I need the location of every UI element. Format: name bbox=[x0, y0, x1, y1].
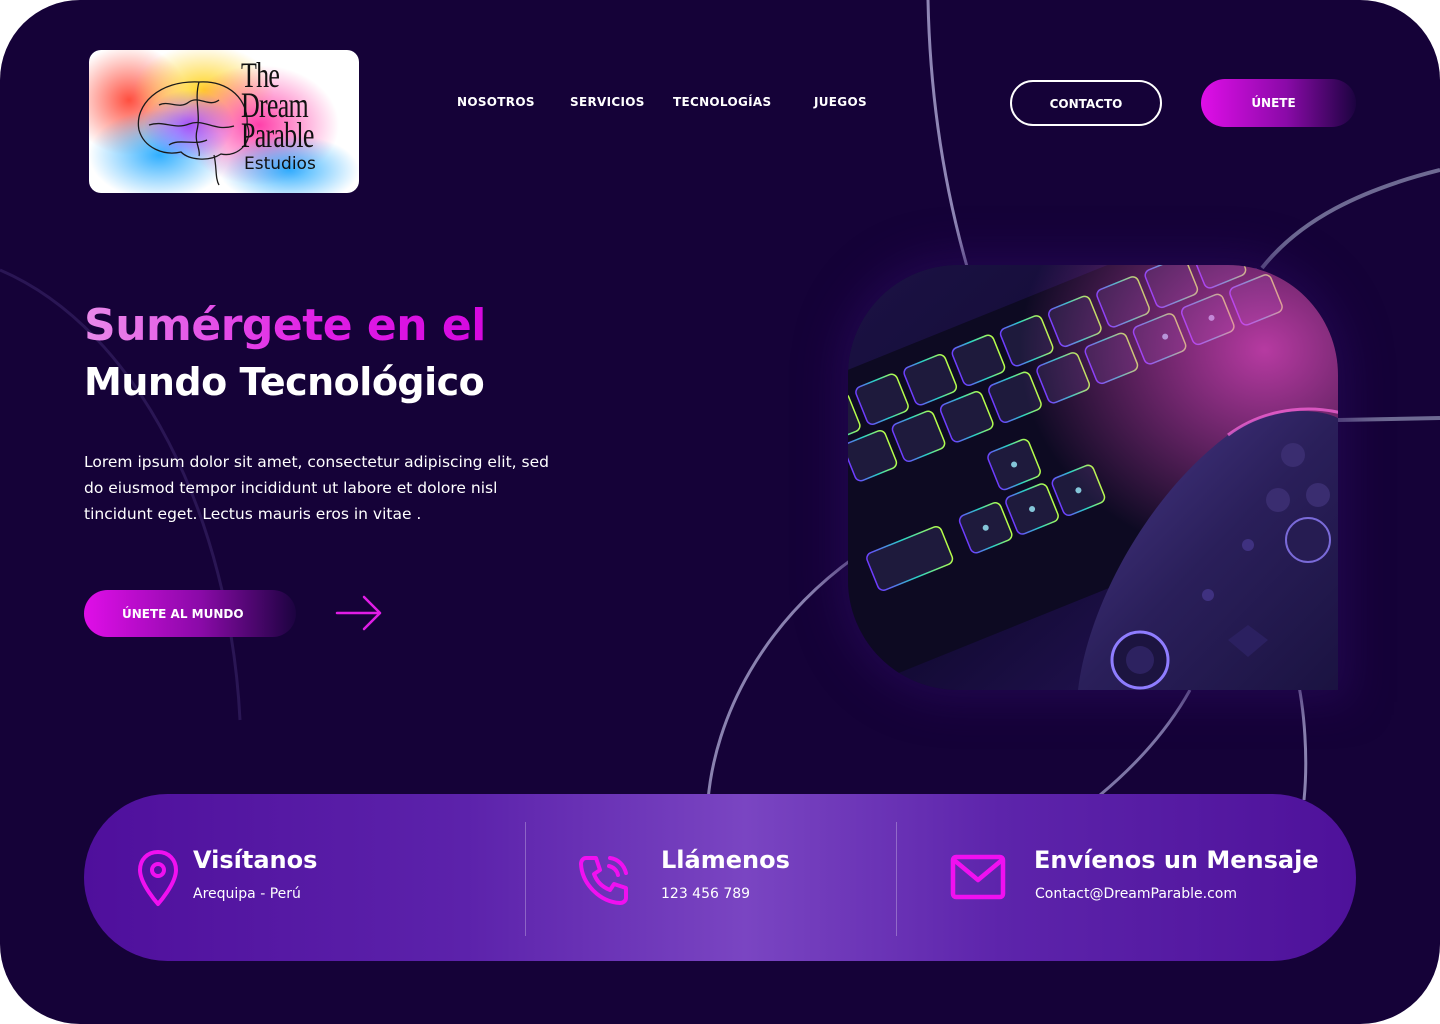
mail-icon bbox=[950, 854, 1006, 900]
contact-info-bar: Visítanos Arequipa - Perú Llámenos 123 4… bbox=[84, 794, 1356, 961]
phone-icon bbox=[579, 856, 628, 905]
visit-title: Visítanos bbox=[193, 846, 318, 874]
hero-description: Lorem ipsum dolor sit amet, consectetur … bbox=[84, 453, 549, 523]
logo-subtitle: Estudios bbox=[244, 154, 316, 174]
hero-title: Mundo Tecnológico bbox=[84, 360, 485, 404]
mail-address[interactable]: Contact@DreamParable.com bbox=[1035, 886, 1237, 902]
mail-title: Envíenos un Mensaje bbox=[1034, 846, 1319, 874]
arrow-right-icon[interactable] bbox=[334, 593, 384, 633]
logo-wordmark: The Dream Parable bbox=[241, 57, 314, 155]
paint-splash-brain-icon bbox=[89, 50, 359, 193]
band-divider-2 bbox=[896, 822, 897, 936]
contact-button[interactable]: CONTACTO bbox=[1010, 80, 1162, 126]
nav-link-tecnologias[interactable]: TECNOLOGÍAS bbox=[673, 95, 771, 109]
nav-link-servicios[interactable]: SERVICIOS bbox=[570, 95, 645, 109]
hero-gaming-image bbox=[848, 265, 1338, 690]
nav-link-juegos[interactable]: JUEGOS bbox=[814, 95, 867, 109]
visit-address: Arequipa - Perú bbox=[193, 886, 301, 902]
nav-link-nosotros[interactable]: NOSOTROS bbox=[457, 95, 535, 109]
landing-page: The Dream Parable Estudios NOSOTROS SERV… bbox=[0, 0, 1440, 1024]
location-pin-icon bbox=[138, 850, 178, 906]
join-button[interactable]: ÚNETE bbox=[1201, 79, 1356, 127]
call-phone-number: 123 456 789 bbox=[661, 886, 751, 902]
brand-logo[interactable]: The Dream Parable Estudios bbox=[89, 50, 359, 193]
logo-line-3: Parable bbox=[241, 115, 314, 155]
band-divider-1 bbox=[525, 822, 526, 936]
hero-title-highlight: Sumérgete en el bbox=[84, 300, 486, 351]
call-title: Llámenos bbox=[661, 846, 790, 874]
join-world-button[interactable]: ÚNETE AL MUNDO bbox=[84, 590, 296, 637]
keyboard-gamepad-illustration bbox=[848, 265, 1338, 690]
